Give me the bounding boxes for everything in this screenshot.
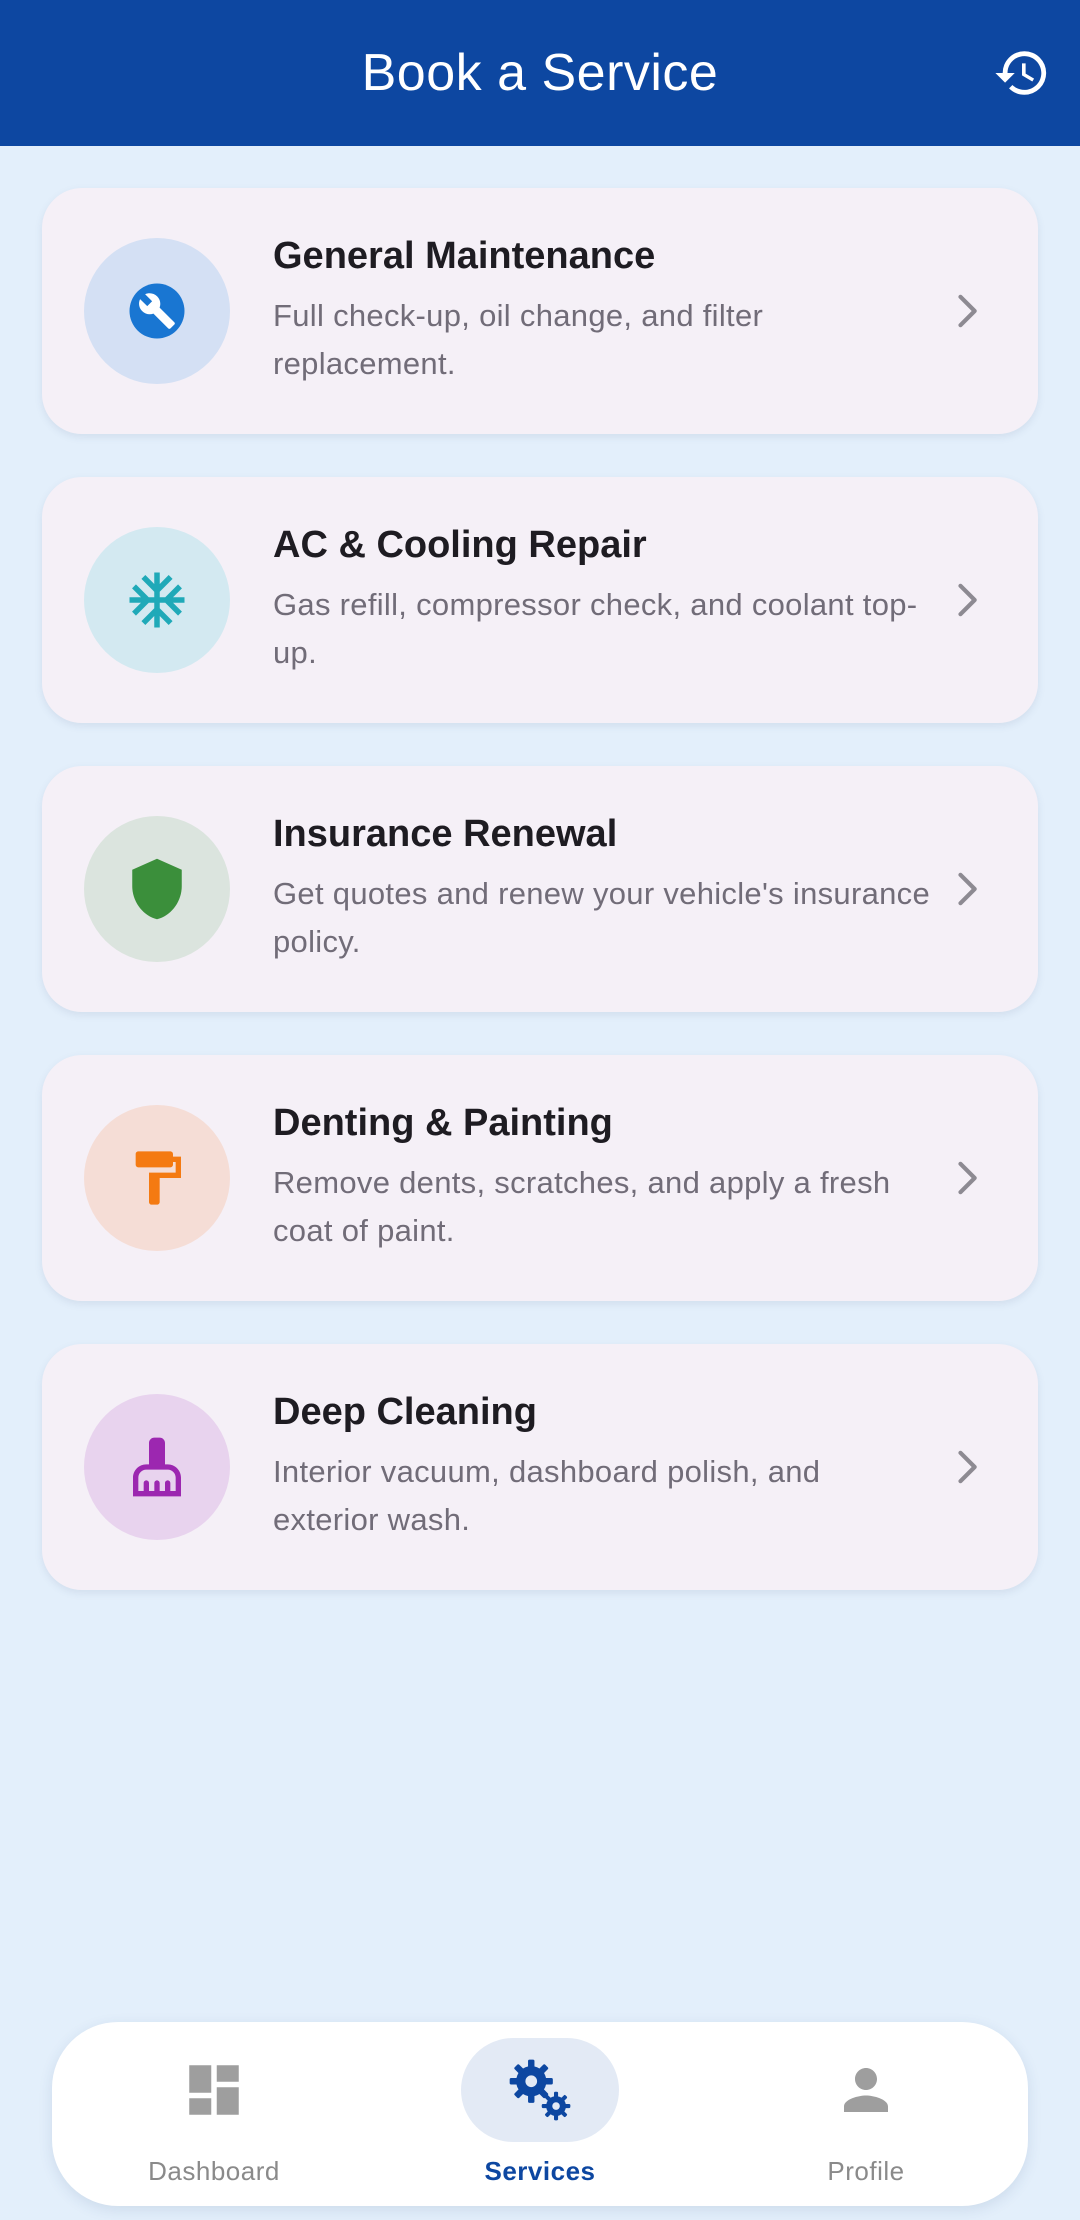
bottom-navigation: Dashboard Services Profile bbox=[52, 2022, 1028, 2206]
nav-pill bbox=[135, 2038, 293, 2142]
chevron-right-icon bbox=[958, 1450, 977, 1484]
card-text: General Maintenance Full check-up, oil c… bbox=[273, 232, 933, 388]
paint-roller-icon bbox=[135, 1151, 181, 1205]
service-description: Gas refill, compressor check, and coolan… bbox=[273, 587, 918, 670]
history-icon bbox=[995, 51, 1047, 95]
page-title: Book a Service bbox=[361, 44, 719, 102]
service-card-ac-cooling-repair[interactable]: AC & Cooling Repair Gas refill, compress… bbox=[42, 477, 1038, 723]
chevron-right-icon bbox=[958, 1161, 977, 1195]
dashboard-icon bbox=[189, 2065, 239, 2115]
nav-label: Profile bbox=[827, 2156, 905, 2186]
icon-circle bbox=[84, 527, 230, 673]
app-bar: Book a Service bbox=[0, 0, 1080, 146]
icon-circle bbox=[84, 816, 230, 962]
service-title: Denting & Painting bbox=[273, 1102, 613, 1144]
nav-pill-active bbox=[461, 2038, 619, 2142]
icon-circle bbox=[84, 238, 230, 384]
service-description: Get quotes and renew your vehicle's insu… bbox=[273, 876, 931, 959]
card-text: Insurance Renewal Get quotes and renew y… bbox=[273, 810, 933, 966]
service-list: General Maintenance Full check-up, oil c… bbox=[42, 188, 1038, 1633]
nav-label: Services bbox=[484, 2156, 596, 2186]
chevron-right-icon bbox=[958, 583, 977, 617]
nav-pill bbox=[787, 2038, 945, 2142]
snowflake-icon bbox=[129, 572, 185, 628]
service-card-general-maintenance[interactable]: General Maintenance Full check-up, oil c… bbox=[42, 188, 1038, 434]
chevron-right-icon bbox=[958, 294, 977, 328]
person-icon bbox=[844, 2068, 888, 2112]
service-description: Remove dents, scratches, and apply a fre… bbox=[273, 1165, 891, 1248]
wrench-icon bbox=[129, 283, 185, 339]
nav-item-profile[interactable]: Profile bbox=[756, 2038, 976, 2198]
service-card-insurance-renewal[interactable]: Insurance Renewal Get quotes and renew y… bbox=[42, 766, 1038, 1012]
service-description: Full check-up, oil change, and filter re… bbox=[273, 298, 764, 381]
service-title: AC & Cooling Repair bbox=[273, 524, 647, 566]
card-text: Denting & Painting Remove dents, scratch… bbox=[273, 1099, 933, 1255]
service-description: Interior vacuum, dashboard polish, and e… bbox=[273, 1454, 821, 1537]
history-button[interactable] bbox=[992, 43, 1052, 103]
shield-icon bbox=[132, 858, 182, 920]
chevron-right-icon bbox=[958, 872, 977, 906]
card-text: Deep Cleaning Interior vacuum, dashboard… bbox=[273, 1388, 933, 1544]
icon-circle bbox=[84, 1394, 230, 1540]
nav-item-dashboard[interactable]: Dashboard bbox=[104, 2038, 324, 2198]
cleaning-brush-icon bbox=[133, 1437, 181, 1497]
icon-circle bbox=[84, 1105, 230, 1251]
nav-item-services[interactable]: Services bbox=[430, 2038, 650, 2198]
gears-icon bbox=[509, 2059, 571, 2121]
service-title: Deep Cleaning bbox=[273, 1391, 537, 1433]
service-title: General Maintenance bbox=[273, 235, 656, 277]
nav-label: Dashboard bbox=[148, 2156, 280, 2186]
service-title: Insurance Renewal bbox=[273, 813, 618, 855]
service-card-denting-painting[interactable]: Denting & Painting Remove dents, scratch… bbox=[42, 1055, 1038, 1301]
card-text: AC & Cooling Repair Gas refill, compress… bbox=[273, 521, 933, 677]
service-card-deep-cleaning[interactable]: Deep Cleaning Interior vacuum, dashboard… bbox=[42, 1344, 1038, 1590]
